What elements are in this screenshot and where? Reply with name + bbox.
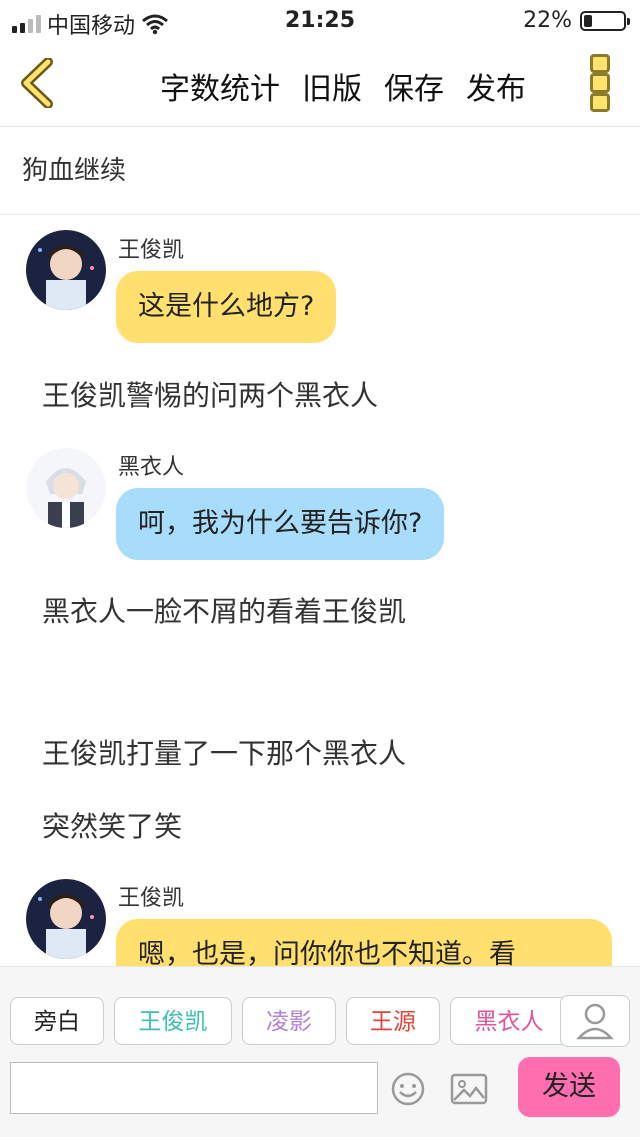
avatar[interactable] bbox=[26, 448, 106, 528]
speaker-name: 王俊凯 bbox=[118, 238, 185, 263]
nav-actions: 字数统计 旧版 保存 发布 bbox=[160, 64, 526, 108]
chip-label: 凌影 bbox=[266, 1009, 312, 1035]
save-button[interactable]: 保存 bbox=[384, 64, 444, 108]
narration-text[interactable]: 王俊凯警惕的问两个黑衣人 bbox=[42, 374, 378, 414]
character-chip-heiyiren[interactable]: 黑衣人 bbox=[450, 997, 568, 1045]
chip-label: 王源 bbox=[370, 1009, 416, 1035]
person-icon[interactable] bbox=[560, 995, 630, 1047]
character-chip-lingying[interactable]: 凌影 bbox=[242, 997, 336, 1045]
avatar[interactable] bbox=[26, 879, 106, 959]
chip-label: 王俊凯 bbox=[138, 1009, 208, 1035]
message-input[interactable] bbox=[10, 1062, 378, 1114]
send-button[interactable]: 发送 bbox=[518, 1057, 620, 1117]
more-vertical-icon[interactable] bbox=[590, 54, 610, 112]
narration-text[interactable]: 王俊凯打量了一下那个黑衣人 bbox=[42, 732, 406, 772]
chevron-left-icon[interactable] bbox=[16, 58, 60, 108]
narration-text[interactable]: 突然笑了笑 bbox=[42, 805, 182, 845]
character-selector: 旁白 王俊凯 凌影 王源 黑衣人 bbox=[0, 997, 640, 1047]
status-bar: 中国移动 21:25 22% bbox=[0, 0, 640, 40]
battery-icon bbox=[580, 10, 630, 31]
battery-percent: 22% bbox=[523, 8, 572, 33]
character-chip-narrator[interactable]: 旁白 bbox=[10, 997, 104, 1045]
chapter-title[interactable]: 狗血继续 bbox=[0, 127, 640, 215]
old-version-button[interactable]: 旧版 bbox=[302, 64, 362, 108]
narration-text[interactable]: 黑衣人一脸不屑的看着王俊凯 bbox=[42, 590, 406, 630]
chip-label: 旁白 bbox=[34, 1009, 80, 1035]
nav-bar: 字数统计 旧版 保存 发布 bbox=[0, 40, 640, 127]
character-chip-wangyuan[interactable]: 王源 bbox=[346, 997, 440, 1045]
avatar[interactable] bbox=[26, 230, 106, 310]
speaker-name: 黑衣人 bbox=[118, 455, 185, 480]
character-chip-wangjunkai[interactable]: 王俊凯 bbox=[114, 997, 232, 1045]
emoji-icon[interactable] bbox=[390, 1071, 426, 1107]
image-icon[interactable] bbox=[450, 1073, 488, 1105]
dialog-bubble[interactable]: 呵，我为什么要告诉你? bbox=[116, 488, 445, 560]
dialog-bubble[interactable]: 这是什么地方? bbox=[116, 271, 337, 343]
publish-button[interactable]: 发布 bbox=[466, 64, 526, 108]
word-count-button[interactable]: 字数统计 bbox=[160, 64, 280, 108]
speaker-name: 王俊凯 bbox=[118, 886, 185, 911]
chip-label: 黑衣人 bbox=[474, 1009, 544, 1035]
status-right: 22% bbox=[523, 8, 630, 33]
bottom-toolbar: 旁白 王俊凯 凌影 王源 黑衣人 发送 bbox=[0, 966, 640, 1137]
